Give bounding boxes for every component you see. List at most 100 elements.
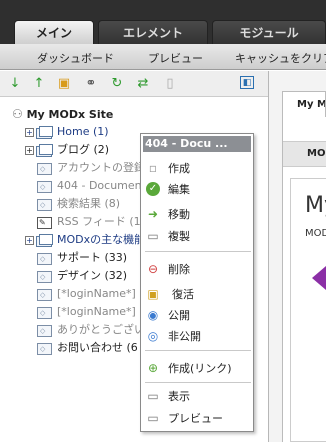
tab-element[interactable]: エレメント — [98, 20, 208, 44]
tree-node-label: RSS フィード (1 — [57, 215, 141, 228]
tree-node-blog[interactable]: + ブログ (2) — [25, 141, 109, 158]
menu-item-create-link[interactable]: ⊕ 作成(リンク) — [141, 359, 253, 379]
tree-node-label: Home (1) — [57, 125, 109, 138]
menu-item-label: 非公開 — [168, 330, 201, 343]
expand-icon[interactable]: + — [25, 127, 34, 137]
menu-item-restore[interactable]: ▣ 復活 — [141, 285, 253, 305]
tree-node-search-results[interactable]: 検索結果 (8) — [36, 195, 121, 214]
document-icon — [36, 341, 52, 358]
delete-icon: ⊖ — [147, 262, 159, 276]
document-icon — [36, 323, 52, 340]
menu-item-label: プレビュー — [168, 412, 223, 425]
tree-node-contact[interactable]: お問い合わせ (6 — [36, 339, 138, 358]
edit-icon: ✓ — [146, 182, 160, 196]
tree-root-label: My MODx Site — [26, 108, 114, 121]
refresh-icon[interactable]: ↻ — [109, 76, 125, 92]
create-link-icon: ⊕ — [147, 361, 159, 375]
menu-item-preview[interactable]: ▭ プレビュー — [141, 409, 253, 429]
site-icon: ⚇ — [12, 107, 23, 121]
menu-item-move[interactable]: ➜ 移動 — [141, 205, 253, 225]
sort-icon[interactable]: ⇄ — [135, 76, 151, 92]
menu-item-label: 表示 — [168, 390, 190, 403]
dashboard-link[interactable]: ダッシュボード — [37, 50, 114, 66]
tree-node-design[interactable]: デザイン (32) — [36, 267, 128, 286]
tree-node-label: アカウントの登録 — [57, 161, 145, 174]
create-icon: ▫ — [148, 161, 158, 175]
menu-item-label: 複製 — [168, 230, 190, 243]
tree-node-label: サポート (33) — [57, 251, 128, 264]
document-icon — [36, 161, 52, 178]
tree-node-login-1[interactable]: [*loginName*] — [36, 285, 136, 304]
duplicate-icon: ▭ — [147, 229, 159, 243]
tree-node-label: MODxの主な機能 — [57, 233, 146, 246]
menu-item-duplicate[interactable]: ▭ 複製 — [141, 227, 253, 247]
content-header-strip: MOD — [283, 141, 326, 167]
document-icon — [36, 287, 52, 304]
preview-icon: ▭ — [147, 411, 159, 425]
hide-tree-icon[interactable]: ◧ — [240, 76, 254, 89]
menu-item-label: 公開 — [168, 309, 190, 322]
tree-node-label: [*loginName*] — [57, 287, 136, 300]
clear-cache-link[interactable]: キャッシュをクリア — [235, 50, 326, 66]
tree-node-home[interactable]: + Home (1) — [25, 123, 109, 140]
new-document-icon[interactable]: ▣ — [56, 76, 72, 92]
content-tab[interactable]: My MOD — [282, 91, 326, 117]
content-subtext: MOD — [305, 228, 326, 239]
folder-icon — [36, 144, 53, 157]
folder-icon — [36, 126, 53, 139]
menu-item-view[interactable]: ▭ 表示 — [141, 387, 253, 407]
publish-icon: ◉ — [147, 308, 159, 322]
tree-node-label: ブログ (2) — [57, 143, 110, 156]
tree-node-account[interactable]: アカウントの登録 — [36, 159, 145, 178]
menu-item-edit[interactable]: ✓ 編集 — [141, 180, 253, 200]
content-heading: My — [305, 193, 326, 218]
tab-main[interactable]: メイン — [14, 20, 94, 44]
restore-icon: ▣ — [147, 287, 159, 301]
menu-item-label: 作成 — [168, 162, 190, 175]
document-icon — [36, 197, 52, 214]
menu-item-label: 復活 — [172, 288, 194, 301]
new-weblink-icon[interactable]: ⚭ — [83, 76, 99, 92]
menu-item-delete[interactable]: ⊖ 削除 — [141, 260, 253, 280]
document-icon — [36, 251, 52, 268]
menu-item-label: 作成(リンク) — [168, 362, 232, 375]
menu-separator — [145, 251, 251, 252]
trash-icon[interactable]: ▯ — [162, 76, 178, 92]
tree-root[interactable]: ⚇ My MODx Site — [12, 106, 113, 122]
tree-node-label: デザイン (32) — [57, 269, 128, 282]
collapse-all-icon[interactable]: ↑ — [31, 76, 47, 92]
tree-node-login-2[interactable]: [*loginName*] — [36, 303, 136, 322]
menu-separator — [145, 382, 251, 383]
tree-node-label: お問い合わせ (6 — [57, 341, 138, 354]
menu-separator — [145, 350, 251, 351]
tree-node-thanks[interactable]: ありがとうござい — [36, 321, 145, 340]
tab-module[interactable]: モジュール — [212, 20, 326, 44]
tree-node-features[interactable]: + MODxの主な機能 — [25, 231, 145, 248]
menu-item-unpublish[interactable]: ◎ 非公開 — [141, 327, 253, 347]
tree-node-support[interactable]: サポート (33) — [36, 249, 128, 268]
unpublish-icon: ◎ — [147, 329, 159, 343]
folder-icon — [36, 234, 53, 247]
menu-item-create[interactable]: ▫ 作成 — [141, 159, 253, 179]
menu-item-label: 移動 — [168, 208, 190, 221]
move-icon: ➜ — [147, 207, 159, 221]
expand-icon[interactable]: + — [25, 235, 34, 245]
tree-node-label: 404 - Document — [57, 179, 146, 192]
tree-toolbar: ↓ ↑ ▣ ⚭ ↻ ⇄ ▯ ◧ — [0, 71, 268, 97]
menu-item-label: 削除 — [168, 263, 190, 276]
tree-node-rss[interactable]: RSS フィード (1 — [36, 213, 141, 231]
document-icon — [36, 179, 52, 196]
menu-item-label: 編集 — [168, 183, 190, 196]
expand-icon[interactable]: + — [25, 145, 34, 155]
logo-shape — [312, 266, 326, 290]
context-menu-title: 404 - Docu ... — [143, 136, 251, 152]
tree-node-label: 検索結果 (8) — [57, 197, 121, 210]
preview-link[interactable]: プレビュー — [148, 50, 203, 66]
expand-all-icon[interactable]: ↓ — [7, 76, 23, 92]
tree-node-404[interactable]: 404 - Document — [36, 177, 146, 196]
view-icon: ▭ — [147, 389, 159, 403]
sub-menu: ダッシュボード プレビュー キャッシュをクリア — [0, 44, 326, 70]
menu-item-publish[interactable]: ◉ 公開 — [141, 306, 253, 326]
context-menu: 404 - Docu ... ▫ 作成 ✓ 編集 ➜ 移動 ▭ 複製 ⊖ 削除 … — [140, 133, 254, 432]
document-icon — [36, 269, 52, 286]
